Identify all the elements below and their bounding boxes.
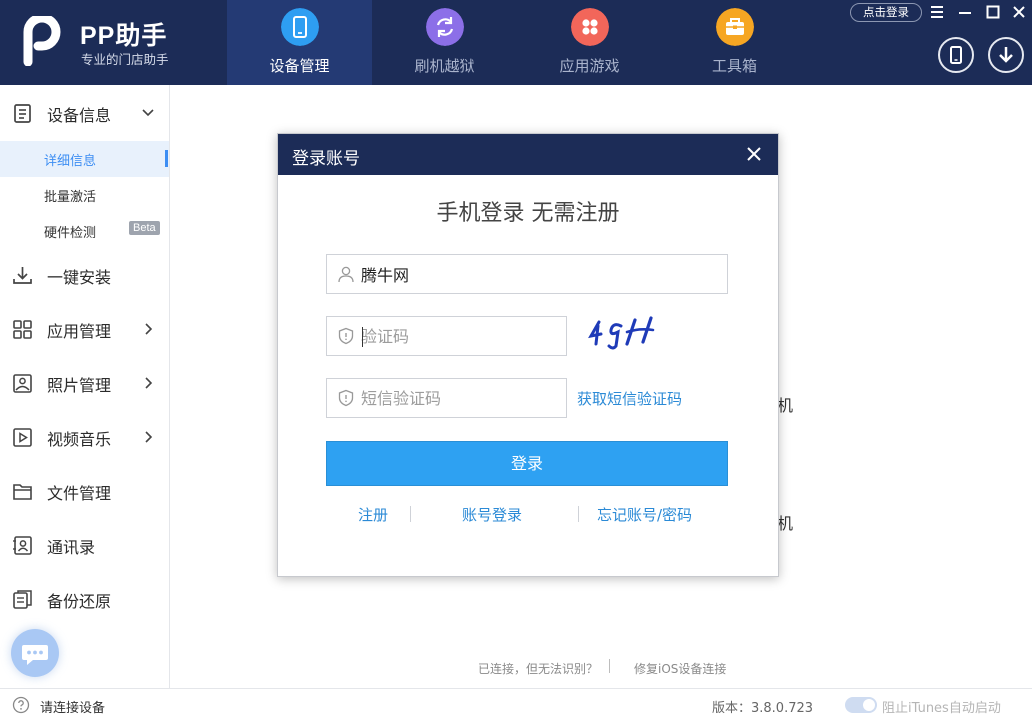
login-button[interactable]: 登录	[326, 441, 728, 486]
shield-icon	[338, 389, 354, 407]
play-icon	[13, 428, 32, 447]
device-button[interactable]	[938, 37, 974, 73]
captcha-field[interactable]	[326, 316, 567, 356]
tab-toolbox[interactable]: 工具箱	[662, 0, 807, 85]
sidebar-item-label: 应用管理	[47, 322, 112, 341]
chevron-right-icon	[145, 377, 153, 389]
sidebar-item-label: 备份还原	[47, 592, 112, 611]
version-label: 版本：3.8.0.723	[712, 701, 814, 716]
captcha-image[interactable]	[583, 312, 663, 352]
sidebar-item-label: 文件管理	[47, 484, 112, 503]
brand-subtitle: 专业的门店助手	[81, 52, 169, 67]
help-icon[interactable]	[12, 696, 30, 714]
user-icon	[338, 266, 354, 283]
sidebar-subitem-label: 硬件检测	[44, 226, 97, 241]
sidebar-item-contacts[interactable]: 通讯录	[0, 525, 169, 565]
dialog-heading: 手机登录 无需注册	[436, 201, 620, 226]
sidebar-item-device-info[interactable]: 设备信息	[0, 93, 169, 133]
block-itunes-toggle[interactable]	[845, 697, 877, 713]
sidebar-item-label: 设备信息	[47, 106, 112, 125]
tab-label: 刷机越狱	[414, 57, 475, 75]
tab-flash-jailbreak[interactable]: 刷机越狱	[372, 0, 517, 85]
sidebar-subitem-label: 批量激活	[44, 190, 97, 205]
beta-badge: Beta	[129, 221, 160, 235]
document-icon	[14, 104, 31, 123]
folder-icon	[13, 484, 32, 500]
sidebar-item-label: 照片管理	[47, 376, 112, 395]
login-dialog: 登录账号 手机登录 无需注册 腾牛网 验证码 短信验证码 获取短信验证码 登录 …	[277, 133, 779, 577]
menu-icon[interactable]	[928, 3, 946, 21]
mobile-device-icon	[950, 46, 962, 64]
dialog-title: 登录账号	[292, 149, 360, 169]
chevron-down-icon	[142, 109, 154, 117]
phone-icon	[281, 8, 319, 46]
sidebar-item-one-click-install[interactable]: 一键安装	[0, 255, 169, 295]
sidebar-item-file-management[interactable]: 文件管理	[0, 471, 169, 511]
chat-bubble-icon	[22, 645, 48, 665]
divider	[578, 506, 579, 522]
chat-button[interactable]	[11, 629, 59, 677]
sidebar-item-photo-management[interactable]: 照片管理	[0, 363, 169, 403]
text-caret	[362, 327, 363, 347]
sidebar-subitem-label: 详细信息	[44, 154, 97, 169]
contacts-icon	[13, 536, 32, 555]
app-header: PP助手 专业的门店助手 设备管理 刷机越狱 应用游戏 工具箱 点击登录	[0, 0, 1032, 85]
connection-status: 请连接设备	[40, 701, 106, 716]
sidebar-subitem-batch-activate[interactable]: 批量激活	[0, 177, 169, 213]
tab-label: 设备管理	[269, 57, 330, 75]
dialog-header: 登录账号	[278, 134, 778, 175]
tab-device-management[interactable]: 设备管理	[227, 0, 372, 85]
photo-icon	[13, 374, 32, 393]
sidebar-item-label: 通讯录	[47, 538, 96, 557]
account-login-link[interactable]: 账号登录	[462, 504, 522, 525]
sms-code-input[interactable]	[361, 379, 561, 417]
sidebar: 设备信息 详细信息 批量激活 硬件检测 Beta 一键安装 应用管理 照片管理 …	[0, 85, 170, 688]
sidebar-item-video-music[interactable]: 视频音乐	[0, 417, 169, 457]
toolbox-icon	[716, 8, 754, 46]
sidebar-item-label: 视频音乐	[47, 430, 112, 449]
sidebar-item-label: 一键安装	[47, 268, 112, 287]
chevron-right-icon	[145, 431, 153, 443]
block-itunes-label: 阻止iTunes自动启动	[882, 701, 1001, 716]
grid-icon	[13, 320, 32, 339]
tab-label: 应用游戏	[559, 57, 620, 75]
refresh-icon	[426, 8, 464, 46]
download-icon	[999, 47, 1013, 63]
sidebar-subitem-details[interactable]: 详细信息	[0, 141, 169, 177]
maximize-icon[interactable]	[984, 3, 1002, 21]
sidebar-subitem-hardware-check[interactable]: 硬件检测 Beta	[0, 213, 169, 249]
shield-icon	[338, 327, 354, 345]
unrecognized-device-link[interactable]: 已连接，但无法识别？	[478, 660, 598, 677]
forgot-account-password-link[interactable]: 忘记账号/密码	[597, 504, 692, 525]
close-icon[interactable]	[745, 145, 763, 163]
background-text-fragment: 机	[777, 396, 794, 415]
install-icon	[13, 267, 32, 284]
divider	[410, 506, 411, 522]
status-bar: 请连接设备 版本：3.8.0.723 阻止iTunes自动启动	[0, 688, 1032, 721]
close-icon[interactable]	[1010, 3, 1028, 21]
backup-icon	[13, 590, 32, 609]
phone-field[interactable]	[326, 254, 728, 294]
repair-ios-connection-link[interactable]: 修复iOS设备连接	[634, 660, 726, 677]
register-link[interactable]: 注册	[358, 504, 388, 525]
sidebar-item-backup-restore[interactable]: 备份还原	[0, 579, 169, 619]
brand-title: PP助手	[80, 22, 168, 50]
sidebar-item-app-management[interactable]: 应用管理	[0, 309, 169, 349]
click-login-button[interactable]: 点击登录	[850, 3, 922, 22]
captcha-input[interactable]	[361, 317, 561, 355]
minimize-icon[interactable]	[956, 3, 974, 21]
divider	[609, 659, 610, 673]
get-sms-code-link[interactable]: 获取短信验证码	[577, 388, 682, 409]
tab-apps-games[interactable]: 应用游戏	[517, 0, 662, 85]
download-button[interactable]	[988, 37, 1024, 73]
chevron-right-icon	[145, 323, 153, 335]
phone-input[interactable]	[361, 255, 721, 293]
apps-grid-icon	[571, 8, 609, 46]
sms-code-field[interactable]	[326, 378, 567, 418]
background-text-fragment: 机	[777, 514, 794, 533]
pp-logo-icon	[23, 16, 61, 66]
tab-label: 工具箱	[711, 57, 757, 75]
